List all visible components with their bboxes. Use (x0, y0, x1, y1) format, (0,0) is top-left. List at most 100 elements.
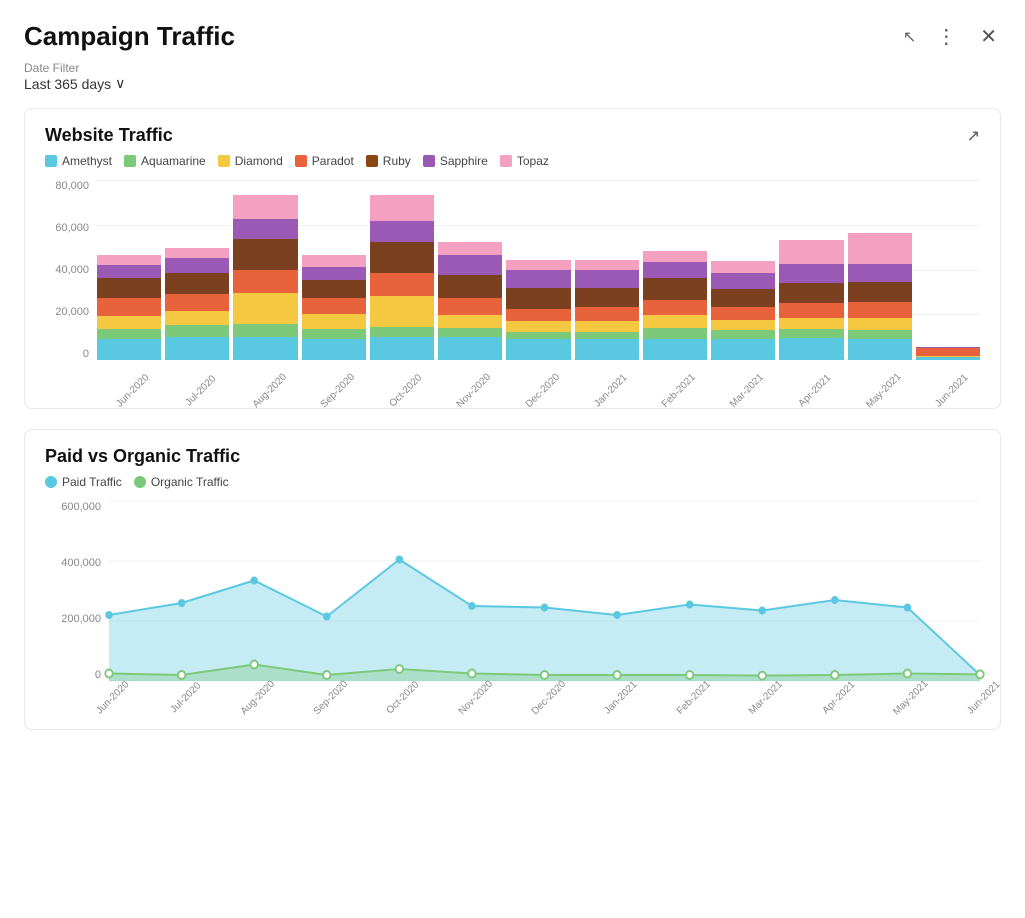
x-axis-label: Jun-2021 (933, 372, 970, 409)
bar-segment-topaz (711, 261, 775, 273)
paid-traffic-dot (831, 596, 838, 604)
bar-segment-aquamarine (643, 328, 707, 340)
paid-organic-section: Paid vs Organic Traffic Paid Traffic Orga… (24, 429, 1001, 730)
x-axis-label: Dec-2020 (523, 372, 561, 410)
header-actions: ↖ ⋮ ✕ (903, 20, 1001, 53)
x-axis-label: Dec-2020 (529, 679, 567, 717)
bar-segment-amethyst (370, 337, 434, 360)
x-axis-label: Oct-2020 (385, 679, 422, 716)
organic-traffic-dot (250, 661, 257, 669)
website-traffic-section: Website Traffic ↗ AmethystAquamarineDiam… (24, 108, 1001, 409)
y-axis-line: 600,000400,000200,0000 (45, 501, 107, 681)
legend-item: Paradot (295, 154, 354, 168)
website-traffic-title: Website Traffic (45, 125, 173, 146)
x-axis-label: Nov-2020 (457, 679, 495, 717)
bar-segment-topaz (370, 195, 434, 221)
bar-segment-aquamarine (438, 328, 502, 337)
x-axis-label: Jun-2021 (965, 679, 1002, 716)
bar-segment-ruby (438, 275, 502, 298)
bar-group: Dec-2020 (506, 180, 570, 360)
organic-traffic-dot (323, 671, 330, 679)
paid-organic-header: Paid vs Organic Traffic (45, 446, 980, 467)
bar-segment-aquamarine (97, 329, 161, 339)
bar-segment-topaz (165, 248, 229, 258)
bar-segment-diamond (370, 296, 434, 327)
x-axis-label: Feb-2021 (660, 372, 698, 410)
paid-traffic-dot (250, 577, 257, 585)
x-axis-label: Apr-2021 (797, 372, 834, 409)
bar-segment-diamond (97, 316, 161, 329)
bar-segment-paradot (97, 298, 161, 316)
bar-segment-paradot (506, 309, 570, 322)
bar-segment-ruby (575, 288, 639, 307)
bar-segment-sapphire (233, 219, 297, 240)
x-axis-label: May-2021 (892, 678, 931, 717)
paid-traffic-dot (686, 601, 693, 609)
bar-segment-ruby (302, 280, 366, 298)
organic-traffic-dot (468, 670, 475, 678)
expand-icon[interactable]: ↗ (967, 126, 980, 146)
bar-segment-diamond (506, 321, 570, 331)
bar-group: Jun-2020 (97, 180, 161, 360)
x-axis-label: Nov-2020 (455, 372, 493, 410)
bar-segment-ruby (848, 282, 912, 303)
bar-segment-sapphire (643, 262, 707, 277)
bar-segment-topaz (438, 242, 502, 255)
date-filter-dropdown[interactable]: Last 365 days ∨ (24, 75, 1001, 92)
x-axis-label: Aug-2020 (250, 372, 288, 410)
paid-organic-legend: Paid Traffic Organic Traffic (45, 475, 980, 489)
bar-group: Jul-2020 (165, 180, 229, 360)
bar-segment-amethyst (916, 357, 980, 360)
legend-item: Topaz (500, 154, 549, 168)
paid-traffic-dot (178, 599, 185, 607)
bar-chart-inner: Jun-2020Jul-2020Aug-2020Sep-2020Oct-2020… (97, 180, 980, 360)
y-axis-label: 60,000 (55, 222, 89, 234)
bar-segment-aquamarine (848, 330, 912, 339)
bar-group: Jan-2021 (575, 180, 639, 360)
bar-segment-sapphire (97, 265, 161, 278)
bar-segment-diamond (848, 318, 912, 331)
close-button[interactable]: ✕ (976, 20, 1001, 53)
paid-traffic-dot (904, 604, 911, 612)
header: Campaign Traffic ↖ ⋮ ✕ (24, 20, 1001, 53)
bar-segment-aquamarine (575, 332, 639, 340)
bar-segment-diamond (779, 318, 843, 330)
x-axis-label: Jul-2020 (184, 373, 219, 408)
paid-traffic-area (109, 560, 980, 682)
bar-segment-amethyst (779, 338, 843, 360)
paid-traffic-dot (323, 613, 330, 621)
line-chart-svg (109, 501, 980, 681)
date-filter-value-text: Last 365 days (24, 76, 111, 92)
bar-segment-sapphire (370, 221, 434, 242)
bar-segment-paradot (302, 298, 366, 313)
bar-segment-sapphire (506, 270, 570, 288)
organic-traffic-dot (831, 671, 838, 679)
bar-segment-amethyst (643, 339, 707, 360)
paid-traffic-dot (541, 604, 548, 612)
organic-traffic-dot (904, 670, 911, 678)
bar-segment-ruby (779, 283, 843, 304)
bar-segment-amethyst (165, 337, 229, 360)
x-axis-label: Jan-2021 (602, 679, 639, 716)
organic-traffic-dot (686, 671, 693, 679)
legend-item: Organic Traffic (134, 475, 229, 489)
bar-group: Apr-2021 (779, 180, 843, 360)
bar-segment-ruby (233, 239, 297, 270)
bar-group: Sep-2020 (302, 180, 366, 360)
more-options-button[interactable]: ⋮ (932, 20, 960, 53)
bar-segment-paradot (916, 348, 980, 356)
paid-traffic-dot (468, 602, 475, 610)
website-traffic-header: Website Traffic ↗ (45, 125, 980, 146)
legend-item: Paid Traffic (45, 475, 122, 489)
bar-segment-paradot (848, 302, 912, 317)
bar-segment-aquamarine (233, 324, 297, 337)
bar-segment-ruby (370, 242, 434, 273)
x-axis-label: May-2021 (864, 371, 903, 410)
legend-item: Diamond (218, 154, 283, 168)
bar-segment-ruby (165, 273, 229, 295)
bar-segment-aquamarine (779, 329, 843, 338)
bar-segment-amethyst (848, 339, 912, 360)
paid-organic-title: Paid vs Organic Traffic (45, 446, 240, 467)
legend-item: Amethyst (45, 154, 112, 168)
bar-segment-amethyst (711, 339, 775, 360)
